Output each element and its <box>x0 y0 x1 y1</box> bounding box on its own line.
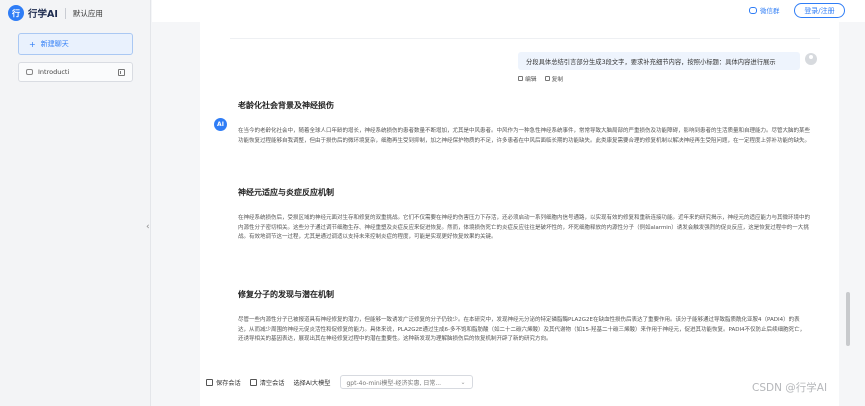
sidebar: 行 行学AI 默认应用 + 新建聊天 Introducti ‹ <box>0 0 151 406</box>
edit-label: 编辑 <box>525 77 537 83</box>
new-chat-label: 新建聊天 <box>40 40 69 48</box>
plus-icon: + <box>29 39 36 49</box>
model-select[interactable]: gpt-4o-mini模型-经济实惠, 日常... ⌄ <box>339 375 473 389</box>
previous-message-card <box>230 22 820 39</box>
trash-icon[interactable] <box>118 68 125 76</box>
chat-panel: 分段具体总结引言部分生成3段文字，要求补充细节内容，按照小标题：具体内容进行展示… <box>200 22 839 406</box>
ai-avatar: AI <box>214 118 227 131</box>
top-bar: 微信群 登录/注册 <box>152 0 865 22</box>
section-body: 尽管一些内源性分子已被报道具有神经修复的潜力，但能够一致诱发广泛修复的分子仍较少… <box>238 317 806 343</box>
edit-icon <box>518 76 523 81</box>
brand[interactable]: 行 行学AI 默认应用 <box>8 4 103 22</box>
save-session-button[interactable]: 保存会话 <box>206 378 241 387</box>
model-select-value: gpt-4o-mini模型-经济实惠, 日常... <box>346 379 442 387</box>
chat-icon <box>26 69 33 75</box>
clear-session-label: 清空会话 <box>259 379 285 387</box>
copy-icon <box>544 76 550 81</box>
wechat-icon <box>749 6 757 14</box>
chat-toolbar: 保存会话 清空会话 选择AI大模型 gpt-4o-mini模型-经济实惠, 日常… <box>200 369 800 395</box>
app-name: 默认应用 <box>72 8 103 18</box>
login-button[interactable]: 登录/注册 <box>794 3 845 18</box>
scrollbar[interactable] <box>846 292 850 346</box>
user-message: 分段具体总结引言部分生成3段文字，要求补充细节内容，按照小标题：具体内容进行展示 <box>518 52 800 70</box>
clear-session-button[interactable]: 清空会话 <box>249 378 285 387</box>
brand-logo: 行 <box>8 5 24 21</box>
wechat-group-link[interactable]: 微信群 <box>749 5 780 15</box>
user-avatar <box>805 53 817 65</box>
copy-label: 复制 <box>551 77 564 83</box>
new-chat-button[interactable]: + 新建聊天 <box>18 33 133 55</box>
user-message-actions: 编辑 复制 <box>518 74 571 83</box>
ai-response: 老龄化社会背景及神经损伤 在当今的老龄化社会中，随着全球人口年龄的增长，神经系统… <box>230 96 820 396</box>
collapse-sidebar-icon[interactable]: ‹ <box>146 222 150 232</box>
conversation-item[interactable]: Introducti <box>18 62 133 82</box>
edit-button[interactable]: 编辑 <box>518 74 537 83</box>
copy-button[interactable]: 复制 <box>544 74 564 83</box>
model-label: 选择AI大模型 <box>293 379 331 387</box>
download-icon <box>206 378 213 386</box>
brand-divider <box>64 7 66 19</box>
save-session-label: 保存会话 <box>216 379 241 387</box>
section-title: 老龄化社会背景及神经损伤 <box>238 101 334 110</box>
brand-name: 行学AI <box>28 9 58 20</box>
watermark: CSDN @行学AI <box>752 382 828 394</box>
section-body: 在当今的老龄化社会中，随着全球人口年龄的增长，神经系统损伤的患者数量不断增加，尤… <box>238 128 810 144</box>
section-title: 神经元适应与炎症反应机制 <box>238 188 334 197</box>
section-body: 在神经系统损伤后，受损区域的神经元面对生存和修复的双重挑战。它们不仅需要在神经的… <box>238 215 810 241</box>
section-title: 修复分子的发现与潜在机制 <box>238 290 334 299</box>
conversation-label: Introducti <box>38 68 70 76</box>
chevron-down-icon: ⌄ <box>460 378 466 386</box>
wechat-label: 微信群 <box>760 7 780 15</box>
trash-icon <box>249 378 257 386</box>
